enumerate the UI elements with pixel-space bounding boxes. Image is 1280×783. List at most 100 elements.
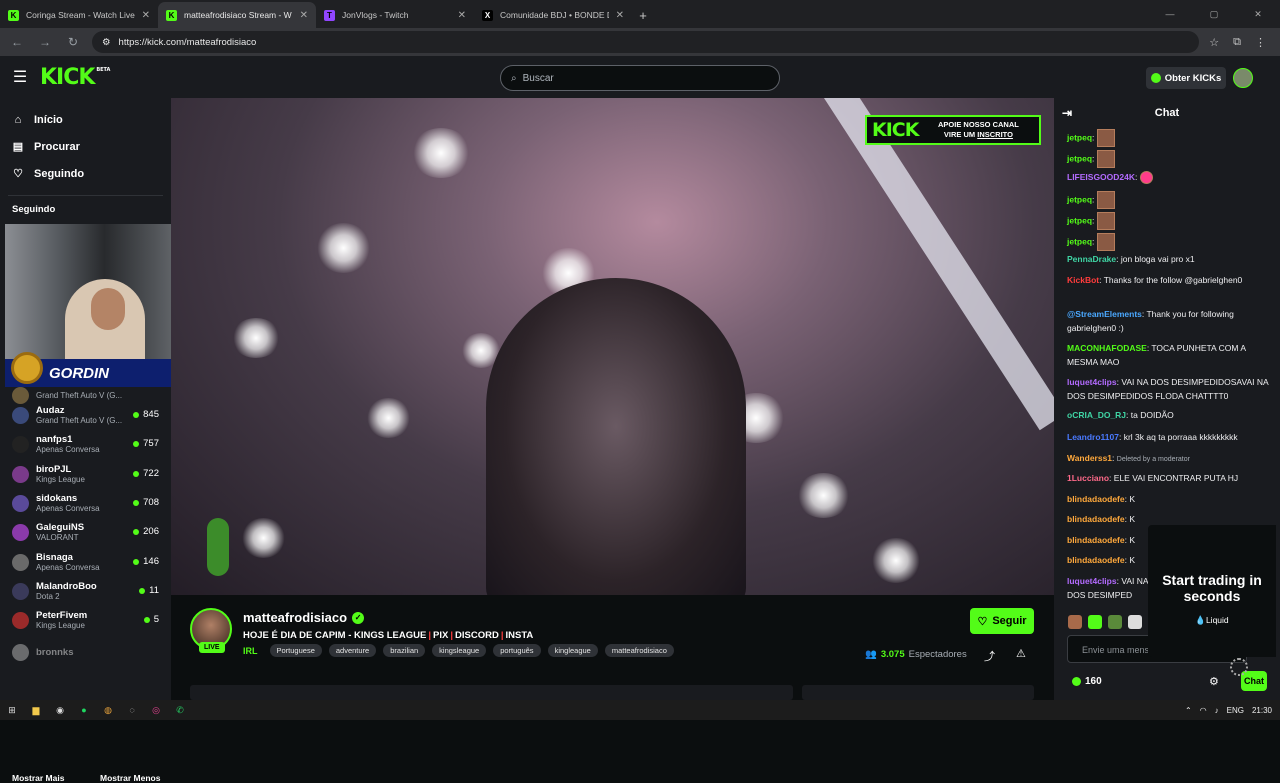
chat-username[interactable]: Leandro1107 — [1067, 432, 1119, 442]
channel-avatar — [12, 466, 29, 483]
minimize-icon[interactable]: — — [1148, 0, 1192, 28]
chat-username[interactable]: PennaDrake — [1067, 254, 1116, 264]
sidebar-nav-item[interactable]: ⌂ Início — [0, 106, 171, 133]
url-input[interactable]: ⚙ https://kick.com/matteafrodisiaco — [92, 31, 1200, 53]
chat-username[interactable]: blindadaodefe — [1067, 535, 1125, 545]
stream-tag[interactable]: brazilian — [383, 644, 426, 657]
browser-tab[interactable]: T JonVlogs - Twitch ✕ — [316, 2, 474, 28]
emote-icon[interactable] — [1108, 615, 1122, 629]
browser-tab[interactable]: K Coringa Stream - Watch Live on ✕ — [0, 2, 158, 28]
share-icon[interactable]: ⤴ — [984, 648, 995, 664]
app-icon[interactable]: ◉ — [51, 703, 69, 717]
chat-username[interactable]: 1Lucciano — [1067, 473, 1109, 483]
sidebar-nav-item[interactable]: ♡ Seguindo — [0, 160, 171, 187]
follow-button[interactable]: ♡ Seguir — [970, 608, 1034, 634]
stream-tag[interactable]: matteafrodisiaco — [604, 644, 674, 657]
chat-username[interactable]: LIFEISGOOD24K — [1067, 172, 1135, 182]
search-input[interactable]: ⌕ Buscar — [500, 65, 780, 91]
followed-channel[interactable]: Audaz Grand Theft Auto V (G... 845 — [0, 401, 171, 430]
close-window-icon[interactable]: ✕ — [1236, 0, 1280, 28]
wifi-icon[interactable]: ◠ — [1200, 706, 1207, 715]
reload-icon[interactable]: ↻ — [64, 35, 82, 49]
video-player[interactable] — [171, 98, 1054, 595]
collapse-chat-icon[interactable]: ⇥ — [1062, 106, 1072, 120]
clock[interactable]: 21:30 — [1252, 706, 1272, 715]
chat-username[interactable]: KickBot — [1067, 275, 1099, 285]
kick-logo[interactable]: KICK BETA — [40, 65, 110, 90]
followed-channel[interactable]: PeterFivem Kings League 5 — [0, 606, 171, 635]
chat-username[interactable]: blindadaodefe — [1067, 555, 1125, 565]
stream-tag[interactable]: kingleague — [547, 644, 598, 657]
browser-tab-bar: K Coringa Stream - Watch Live on ✕ Kmatteaf… — [0, 0, 1280, 28]
category-link[interactable]: IRL — [243, 646, 258, 656]
emote-icon[interactable] — [1128, 615, 1142, 629]
ad-brand-name: Liquid — [1205, 615, 1229, 625]
sidebar-nav-item[interactable]: ▤ Procurar — [0, 133, 171, 160]
spotify-icon[interactable]: ● — [75, 703, 93, 717]
followed-channel[interactable]: Bisnaga Apenas Conversa 146 — [0, 548, 171, 577]
tab-close-icon[interactable]: ✕ — [616, 10, 624, 21]
report-icon[interactable]: ⚠ — [1016, 647, 1026, 660]
chat-username[interactable]: jetpeq — [1067, 132, 1092, 142]
followed-channel[interactable]: biroPJL Kings League 722 — [0, 460, 171, 489]
browser-tab[interactable]: X Comunidade BDJ • BONDE DO ✕ — [474, 2, 632, 28]
chat-message: jetpeq: — [1067, 191, 1273, 209]
start-icon[interactable]: ⊞ — [3, 703, 21, 717]
hamburger-menu-icon[interactable]: ☰ — [0, 67, 40, 87]
send-chat-button[interactable]: Chat — [1241, 671, 1267, 691]
bookmark-star-icon[interactable]: ☆ — [1209, 36, 1219, 49]
app-icon[interactable]: ◎ — [147, 703, 165, 717]
followed-channel[interactable]: bronnks — [0, 638, 171, 667]
forward-icon[interactable]: → — [36, 35, 54, 49]
followed-channel[interactable]: nanfps1 Apenas Conversa 757 — [0, 430, 171, 459]
chat-username[interactable]: jetpeq — [1067, 215, 1092, 225]
followed-channel[interactable]: MalandroBoo Dota 2 11 — [0, 577, 171, 606]
chat-username[interactable]: blindadaodefe — [1067, 494, 1125, 504]
tab-close-icon[interactable]: ✕ — [458, 10, 466, 21]
browser-tab[interactable]: Kmatteafrodisiaco Stream - W ✕ — [158, 2, 316, 28]
back-icon[interactable]: ← — [8, 35, 26, 49]
channel-points[interactable]: 160 — [1072, 676, 1102, 687]
stream-tag[interactable]: português — [493, 644, 541, 657]
maximize-icon[interactable]: ▢ — [1192, 0, 1236, 28]
whatsapp-icon[interactable]: ✆ — [171, 703, 189, 717]
chat-settings-icon[interactable]: ⚙ — [1209, 675, 1219, 688]
chat-username[interactable]: blindadaodefe — [1067, 514, 1125, 524]
app-icon[interactable]: ◌ — [123, 703, 141, 717]
followed-channel[interactable]: GaleguiNS VALORANT 206 — [0, 518, 171, 547]
chat-username[interactable]: Wanderss1 — [1067, 453, 1112, 463]
show-less-button[interactable]: Mostrar Menos — [100, 773, 160, 783]
menu-icon[interactable]: ⋮ — [1255, 36, 1266, 49]
tab-close-icon[interactable]: ✕ — [142, 10, 150, 21]
emote-icon[interactable] — [1068, 615, 1082, 629]
get-kicks-button[interactable]: Obter KICKs — [1146, 67, 1226, 89]
tray-up-icon[interactable]: ⌃ — [1185, 706, 1192, 715]
stream-tag[interactable]: Portuguese — [269, 644, 322, 657]
tab-close-icon[interactable]: ✕ — [300, 10, 308, 21]
emote-icon[interactable] — [1088, 615, 1102, 629]
show-more-button[interactable]: Mostrar Mais — [12, 773, 64, 783]
viewer-count-label: Espectadores — [908, 649, 967, 660]
site-info-icon[interactable]: ⚙ — [102, 37, 111, 48]
system-tray: ⌃ ◠ ♪ ENG 21:30 — [1185, 700, 1272, 720]
chat-username[interactable]: jetpeq — [1067, 236, 1092, 246]
chat-username[interactable]: MACONHAFODASE — [1067, 343, 1147, 353]
chrome-icon[interactable]: ◍ — [99, 703, 117, 717]
streamer-name[interactable]: matteafrodisiaco — [243, 610, 347, 625]
followed-channel[interactable]: sidokans Apenas Conversa 708 — [0, 489, 171, 518]
chat-username[interactable]: luquet4clips — [1067, 576, 1117, 586]
liquid-ad-overlay[interactable]: Start trading in seconds 💧Liquid — [1148, 525, 1276, 676]
chat-username[interactable]: luquet4clips — [1067, 377, 1117, 387]
language-indicator[interactable]: ENG — [1227, 706, 1244, 715]
volume-icon[interactable]: ♪ — [1215, 706, 1219, 715]
file-explorer-icon[interactable]: ▆ — [27, 703, 45, 717]
chat-username[interactable]: oCRIA_DO_RJ — [1067, 410, 1126, 420]
user-avatar[interactable] — [1233, 68, 1253, 88]
stream-tag[interactable]: kingsleague — [432, 644, 487, 657]
chat-username[interactable]: jetpeq — [1067, 194, 1092, 204]
extensions-icon[interactable]: ⧉ — [1233, 36, 1241, 49]
chat-username[interactable]: jetpeq — [1067, 153, 1092, 163]
new-tab-icon[interactable]: + — [632, 2, 654, 28]
stream-tag[interactable]: adventure — [328, 644, 377, 657]
chat-username[interactable]: @StreamElements — [1067, 309, 1142, 319]
